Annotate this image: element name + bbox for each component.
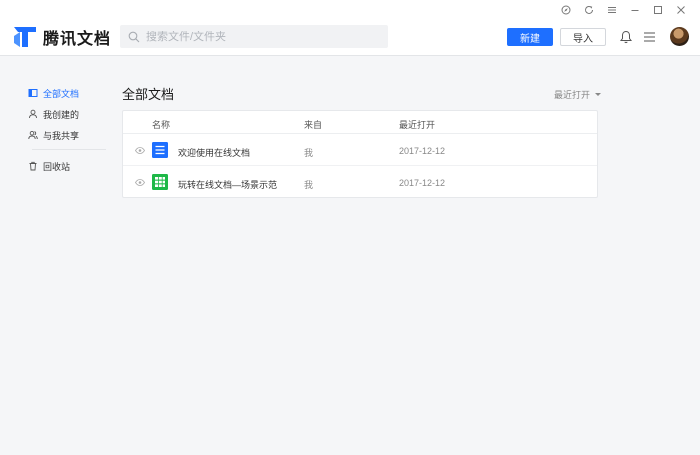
sidebar: 全部文档 我创建的 与我共享 回收站 — [28, 83, 108, 177]
avatar[interactable] — [670, 27, 689, 46]
eye-icon[interactable] — [135, 179, 145, 186]
table-header: 名称 来自 最近打开 — [123, 111, 597, 134]
window-controls — [554, 2, 692, 18]
sidebar-item-trash[interactable]: 回收站 — [28, 156, 108, 176]
document-name[interactable]: 欢迎使用在线文档 — [178, 146, 250, 159]
docs-icon — [28, 89, 38, 97]
person-icon — [29, 109, 37, 119]
eye-icon[interactable] — [135, 147, 145, 154]
hamburger-menu-icon[interactable] — [643, 31, 656, 43]
document-name[interactable]: 玩转在线文档—场景示范 — [178, 178, 277, 191]
bell-icon[interactable] — [619, 30, 633, 44]
document-from: 我 — [304, 148, 314, 158]
table-row[interactable]: 玩转在线文档—场景示范 我 2017-12-12 — [123, 166, 597, 198]
people-icon — [28, 130, 38, 140]
sidebar-item-label: 我创建的 — [43, 109, 80, 120]
import-button[interactable]: 导入 — [560, 28, 606, 46]
column-header-last-opened[interactable]: 最近打开 — [399, 118, 435, 131]
column-header-name[interactable]: 名称 — [152, 118, 170, 131]
new-button[interactable]: 新建 — [507, 28, 553, 46]
maximize-icon[interactable] — [646, 2, 669, 18]
document-list: 名称 来自 最近打开 欢迎使用在线文档 我 2017-12-12 玩转在线文档—… — [122, 110, 598, 198]
table-row[interactable]: 欢迎使用在线文档 我 2017-12-12 — [123, 134, 597, 166]
document-from: 我 — [304, 180, 314, 190]
document-last-opened: 2017-12-12 — [399, 146, 446, 156]
sidebar-item-shared-with-me[interactable]: 与我共享 — [28, 125, 108, 145]
sort-dropdown[interactable]: 最近打开 — [554, 88, 602, 101]
refresh-icon[interactable] — [577, 2, 600, 18]
search-icon — [128, 31, 140, 42]
sidebar-item-created-by-me[interactable]: 我创建的 — [28, 104, 108, 124]
document-icon — [152, 142, 168, 158]
sidebar-item-label: 全部文档 — [43, 88, 80, 99]
caret-down-icon — [595, 93, 602, 96]
top-bar: 腾讯文档 新建 导入 — [0, 0, 700, 56]
menu-icon[interactable] — [600, 2, 623, 18]
sidebar-item-all-docs[interactable]: 全部文档 — [28, 83, 108, 103]
search-input[interactable] — [146, 30, 376, 43]
minimize-icon[interactable] — [623, 2, 646, 18]
search-box[interactable] — [120, 25, 388, 48]
column-header-from[interactable]: 来自 — [304, 118, 322, 131]
sidebar-divider — [32, 149, 106, 150]
app-logo[interactable]: 腾讯文档 — [12, 25, 111, 49]
document-last-opened: 2017-12-12 — [399, 178, 446, 188]
sidebar-item-label: 回收站 — [43, 161, 71, 172]
sidebar-item-label: 与我共享 — [43, 130, 80, 141]
tencent-docs-logo-icon — [14, 27, 36, 47]
trash-icon — [29, 161, 37, 171]
sort-label: 最近打开 — [554, 90, 591, 100]
app-name: 腾讯文档 — [43, 31, 112, 48]
close-icon[interactable] — [669, 2, 692, 18]
spreadsheet-icon — [152, 174, 168, 190]
page-title: 全部文档 — [122, 87, 175, 102]
compass-icon[interactable] — [554, 2, 577, 18]
